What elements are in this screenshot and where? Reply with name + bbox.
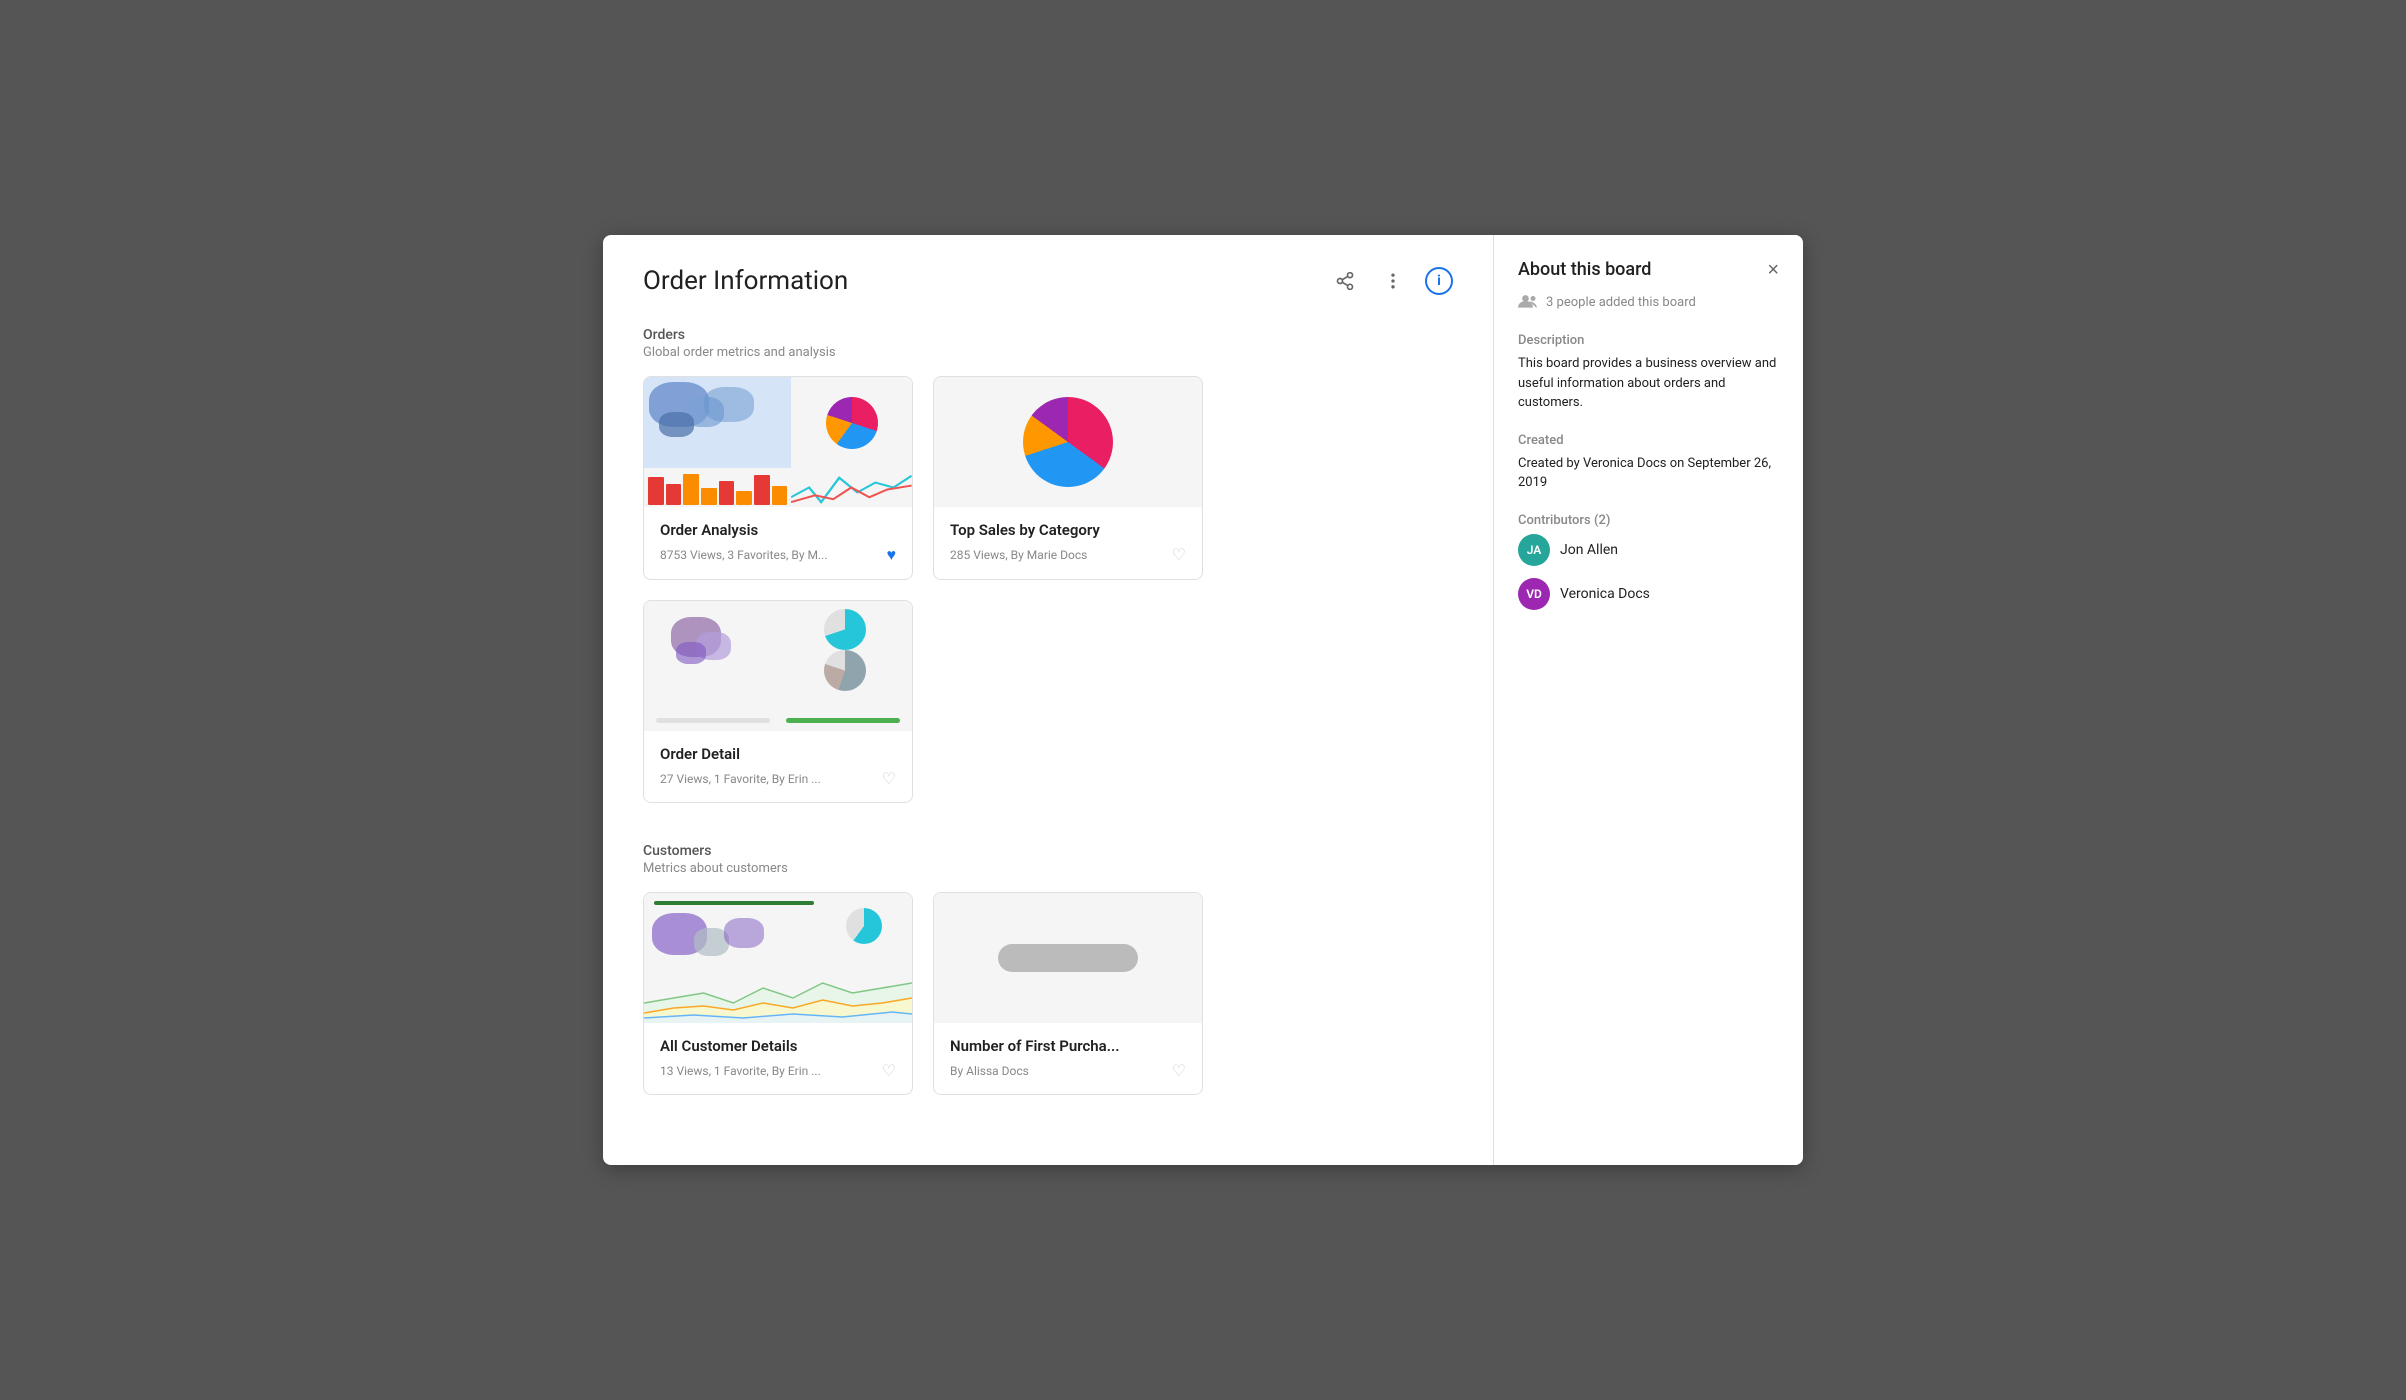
avatar-jon-allen: JA xyxy=(1518,534,1550,566)
card-meta-top-sales: 285 Views, By Marie Docs ♡ xyxy=(950,545,1186,564)
card-preview-top-sales xyxy=(934,377,1202,507)
customers-section-header: Customers Metrics about customers xyxy=(643,843,1453,876)
contributors-label: Contributors (2) xyxy=(1518,513,1779,528)
info-button[interactable]: i xyxy=(1425,267,1453,295)
card-title-first-purchase: Number of First Purcha... xyxy=(950,1037,1186,1055)
card-body-order-detail: Order Detail 27 Views, 1 Favorite, By Er… xyxy=(644,731,912,802)
card-all-customer[interactable]: All Customer Details 13 Views, 1 Favorit… xyxy=(643,892,913,1095)
card-meta-first-purchase: By Alissa Docs ♡ xyxy=(950,1061,1186,1080)
description-section: Description This board provides a busine… xyxy=(1518,333,1779,413)
card-preview-all-customer xyxy=(644,893,912,1023)
sidebar-header: About this board × xyxy=(1518,259,1779,280)
favorite-icon-order-detail[interactable]: ♡ xyxy=(882,769,896,788)
card-title-all-customer: All Customer Details xyxy=(660,1037,896,1055)
customers-subtitle: Metrics about customers xyxy=(643,861,1453,876)
card-meta-text: 285 Views, By Marie Docs xyxy=(950,548,1087,562)
orders-section-header: Orders Global order metrics and analysis xyxy=(643,327,1453,360)
orders-subtitle: Global order metrics and analysis xyxy=(643,345,1453,360)
main-window: Order Information xyxy=(603,235,1803,1165)
more-button[interactable] xyxy=(1377,265,1409,297)
bar-thumbnail xyxy=(644,468,791,507)
sidebar-title: About this board xyxy=(1518,259,1651,280)
card-meta-text: 8753 Views, 3 Favorites, By M... xyxy=(660,548,828,562)
share-button[interactable] xyxy=(1329,265,1361,297)
card-first-purchase[interactable]: Number of First Purcha... By Alissa Docs… xyxy=(933,892,1203,1095)
card-meta-order-detail: 27 Views, 1 Favorite, By Erin ... ♡ xyxy=(660,769,896,788)
card-meta-text: 13 Views, 1 Favorite, By Erin ... xyxy=(660,1064,821,1078)
description-label: Description xyxy=(1518,333,1779,348)
close-sidebar-button[interactable]: × xyxy=(1767,260,1779,280)
orders-title: Orders xyxy=(643,327,1453,343)
about-sidebar: About this board × 3 people added this b… xyxy=(1493,235,1803,1165)
card-top-sales[interactable]: Top Sales by Category 285 Views, By Mari… xyxy=(933,376,1203,580)
favorite-icon-order-analysis[interactable]: ♥ xyxy=(887,545,897,565)
people-icon xyxy=(1518,292,1538,313)
people-row: 3 people added this board xyxy=(1518,292,1779,313)
customers-cards-grid: All Customer Details 13 Views, 1 Favorit… xyxy=(643,892,1453,1095)
card-body-all-customer: All Customer Details 13 Views, 1 Favorit… xyxy=(644,1023,912,1094)
favorite-icon-all-customer[interactable]: ♡ xyxy=(882,1061,896,1080)
card-title-order-analysis: Order Analysis xyxy=(660,521,896,539)
customers-title: Customers xyxy=(643,843,1453,859)
contributor-name-vd: Veronica Docs xyxy=(1560,586,1650,602)
favorite-icon-top-sales[interactable]: ♡ xyxy=(1172,545,1186,564)
description-text: This board provides a business overview … xyxy=(1518,354,1779,413)
number-preview-bar xyxy=(998,944,1138,972)
card-meta-all-customer: 13 Views, 1 Favorite, By Erin ... ♡ xyxy=(660,1061,896,1080)
line-thumbnail xyxy=(791,468,912,507)
card-meta-order-analysis: 8753 Views, 3 Favorites, By M... ♥ xyxy=(660,545,896,565)
card-body-order-analysis: Order Analysis 8753 Views, 3 Favorites, … xyxy=(644,507,912,579)
avatar-initials-vd: VD xyxy=(1526,587,1542,601)
card-body-first-purchase: Number of First Purcha... By Alissa Docs… xyxy=(934,1023,1202,1094)
card-preview-order-analysis xyxy=(644,377,912,507)
card-preview-first-purchase xyxy=(934,893,1202,1023)
contributor-row-ja: JA Jon Allen xyxy=(1518,534,1779,566)
created-label: Created xyxy=(1518,433,1779,448)
info-icon-label: i xyxy=(1437,273,1441,289)
favorite-icon-first-purchase[interactable]: ♡ xyxy=(1172,1061,1186,1080)
created-section: Created Created by Veronica Docs on Sept… xyxy=(1518,433,1779,493)
header-actions: i xyxy=(1329,265,1453,297)
contributor-row-vd: VD Veronica Docs xyxy=(1518,578,1779,610)
card-order-analysis[interactable]: Order Analysis 8753 Views, 3 Favorites, … xyxy=(643,376,913,580)
page-header: Order Information xyxy=(643,265,1453,297)
contributors-section: Contributors (2) JA Jon Allen VD Veronic… xyxy=(1518,513,1779,610)
contributor-name-ja: Jon Allen xyxy=(1560,542,1618,558)
people-count-text: 3 people added this board xyxy=(1546,295,1696,310)
created-text: Created by Veronica Docs on September 26… xyxy=(1518,454,1779,493)
content-area: Order Information xyxy=(603,235,1493,1165)
card-body-top-sales: Top Sales by Category 285 Views, By Mari… xyxy=(934,507,1202,578)
page-title: Order Information xyxy=(643,266,848,296)
pie-thumbnail xyxy=(791,377,912,468)
main-layout: Order Information xyxy=(603,235,1803,1165)
card-preview-order-detail xyxy=(644,601,912,731)
card-order-detail[interactable]: Order Detail 27 Views, 1 Favorite, By Er… xyxy=(643,600,913,803)
map-thumbnail xyxy=(644,377,791,468)
orders-cards-grid: Order Analysis 8753 Views, 3 Favorites, … xyxy=(643,376,1453,803)
card-title-order-detail: Order Detail xyxy=(660,745,896,763)
card-meta-text: By Alissa Docs xyxy=(950,1064,1029,1078)
avatar-initials-ja: JA xyxy=(1527,543,1542,557)
card-title-top-sales: Top Sales by Category xyxy=(950,521,1186,539)
card-meta-text: 27 Views, 1 Favorite, By Erin ... xyxy=(660,772,821,786)
avatar-veronica-docs: VD xyxy=(1518,578,1550,610)
